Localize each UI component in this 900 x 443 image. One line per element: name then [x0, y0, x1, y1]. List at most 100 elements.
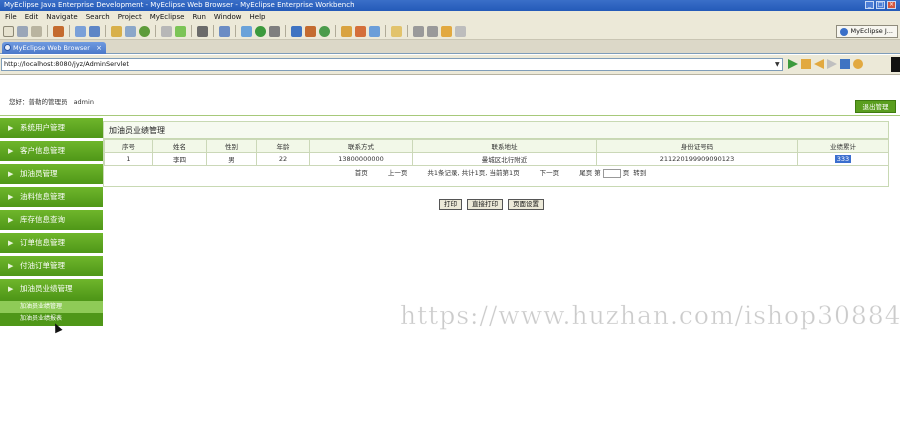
prev-page-link[interactable]: 上一页	[388, 169, 408, 177]
arrow-icon: ▶	[8, 170, 14, 178]
bookmark-icon[interactable]	[801, 59, 811, 69]
sidebar-item-fuel-orders[interactable]: ▶ 付油订单管理	[0, 256, 103, 276]
annotation-icon[interactable]	[391, 25, 402, 37]
page-setup-button[interactable]: 页面设置	[508, 199, 544, 210]
edit-icon[interactable]	[369, 25, 380, 37]
server-icon[interactable]	[89, 25, 100, 37]
forward-icon[interactable]	[455, 25, 466, 37]
sidebar-item-label: 加油员管理	[20, 169, 58, 178]
go-icon[interactable]	[788, 59, 798, 69]
sidebar-item-orders[interactable]: ▶ 订单信息管理	[0, 233, 103, 253]
console-icon[interactable]	[197, 25, 208, 37]
sidebar-item-label: 加油员业绩管理	[20, 284, 73, 293]
column-header: 身份证号码	[596, 139, 798, 153]
gear-icon[interactable]	[241, 25, 252, 37]
menu-run[interactable]: Run	[188, 11, 209, 23]
direct-print-button[interactable]: 直接打印	[467, 199, 503, 210]
main-panel: 加油员业绩管理 序号 姓名 性别 年龄 联系方式 联系地址 身份证号码 业绩累计…	[103, 121, 889, 187]
watermark: https://www.huzhan.com/ishop30884	[400, 301, 900, 331]
toolbar-separator	[191, 25, 192, 37]
globe-icon[interactable]	[139, 25, 150, 37]
first-page-link[interactable]: 首页	[355, 169, 368, 177]
submenu-performance-report[interactable]: 加油员业绩报表	[0, 313, 103, 325]
sidebar-item-customers[interactable]: ▶ 客户信息管理	[0, 141, 103, 161]
menu-search[interactable]: Search	[82, 11, 114, 23]
maximize-icon[interactable]: □	[876, 1, 885, 9]
open-type-icon[interactable]	[341, 25, 352, 37]
browser-nav-buttons	[788, 59, 863, 69]
toolbar-separator	[155, 25, 156, 37]
tab-web-browser[interactable]: MyEclipse Web Browser ×	[2, 42, 106, 54]
external-tools-icon[interactable]	[269, 25, 280, 37]
prev-annotation-icon[interactable]	[427, 25, 438, 37]
new-icon[interactable]	[3, 25, 14, 37]
page-title: 加油员业绩管理	[104, 122, 888, 139]
tab-close-icon[interactable]: ×	[96, 42, 102, 54]
next-annotation-icon[interactable]	[413, 25, 424, 37]
chevron-down-icon[interactable]: ▼	[775, 58, 780, 71]
submenu-performance-manage[interactable]: 加油员业绩管理	[0, 301, 103, 313]
url-input[interactable]: http://localhost:8080/jyz/AdminServlet	[1, 58, 783, 71]
logout-button[interactable]: 退出管理	[855, 100, 896, 113]
last-page-link[interactable]: 尾页	[579, 169, 592, 177]
perspective-label: MyEclipse J...	[850, 27, 893, 35]
menu-help[interactable]: Help	[246, 11, 270, 23]
menu-navigate[interactable]: Navigate	[42, 11, 81, 23]
save-icon[interactable]	[17, 25, 28, 37]
refresh-arrow-icon[interactable]	[853, 59, 863, 69]
cell-address: 曼城区北行附近	[412, 152, 597, 166]
new-package-icon[interactable]	[305, 25, 316, 37]
arrow-icon: ▶	[8, 147, 14, 155]
print-toolbar: 打印 直接打印 页面设置	[439, 199, 544, 210]
menu-project[interactable]: Project	[114, 11, 146, 23]
next-page-link[interactable]: 下一页	[540, 169, 560, 177]
column-header: 联系地址	[412, 139, 597, 153]
page-suffix: 页	[622, 169, 630, 177]
cell-gender: 男	[206, 152, 257, 166]
page-number-input[interactable]	[602, 168, 621, 178]
sidebar-item-system-users[interactable]: ▶ 系统用户管理	[0, 118, 103, 138]
perspective-switcher[interactable]: MyEclipse J...	[835, 25, 898, 38]
build-icon[interactable]	[125, 25, 136, 37]
sidebar-item-label: 客户信息管理	[20, 146, 65, 155]
refresh-icon[interactable]	[175, 25, 186, 37]
panel-edge	[891, 57, 900, 72]
deploy-icon[interactable]	[75, 25, 86, 37]
sidebar-item-inventory[interactable]: ▶ 库存信息查询	[0, 210, 103, 230]
toolbar-separator	[335, 25, 336, 37]
window-title: MyEclipse Java Enterprise Development - …	[4, 1, 355, 9]
sidebar-item-fuel-info[interactable]: ▶ 油料信息管理	[0, 187, 103, 207]
close-icon[interactable]: ×	[887, 1, 896, 9]
menu-file[interactable]: File	[1, 11, 21, 23]
sidebar-item-performance[interactable]: ▶ 加油员业绩管理	[0, 279, 103, 299]
selected-value[interactable]: 333	[834, 155, 852, 163]
tools-icon[interactable]	[161, 25, 172, 37]
search-icon[interactable]	[355, 25, 366, 37]
menu-edit[interactable]: Edit	[21, 11, 43, 23]
sidebar-item-label: 库存信息查询	[20, 215, 65, 224]
goto-page-link[interactable]: 转到	[633, 169, 646, 177]
save-all-icon[interactable]	[31, 25, 42, 37]
new-class-icon[interactable]	[319, 25, 330, 37]
sidebar-item-attendants[interactable]: ▶ 加油员管理	[0, 164, 103, 184]
debug-config-icon[interactable]	[111, 25, 122, 37]
back-icon[interactable]	[441, 25, 452, 37]
menu-window[interactable]: Window	[210, 11, 246, 23]
forward-arrow-icon[interactable]	[827, 59, 837, 69]
open-task-icon[interactable]	[53, 25, 64, 37]
print-button[interactable]: 打印	[439, 199, 462, 210]
toolbar-separator	[69, 25, 70, 37]
column-header: 年龄	[256, 139, 310, 153]
table-row[interactable]: 1 李四 男 22 13800000000 曼城区北行附近 2112201999…	[104, 152, 889, 166]
run-icon[interactable]	[255, 25, 266, 37]
minimize-icon[interactable]: _	[865, 1, 874, 9]
arrow-icon: ▶	[8, 285, 14, 293]
header-divider	[0, 115, 900, 116]
back-arrow-icon[interactable]	[814, 59, 824, 69]
stop-icon[interactable]	[840, 59, 850, 69]
editor-tab-bar: MyEclipse Web Browser ×	[0, 40, 900, 54]
server-manage-icon[interactable]	[219, 25, 230, 37]
new-java-project-icon[interactable]	[291, 25, 302, 37]
arrow-icon: ▶	[8, 193, 14, 201]
menu-myeclipse[interactable]: MyEclipse	[146, 11, 189, 23]
